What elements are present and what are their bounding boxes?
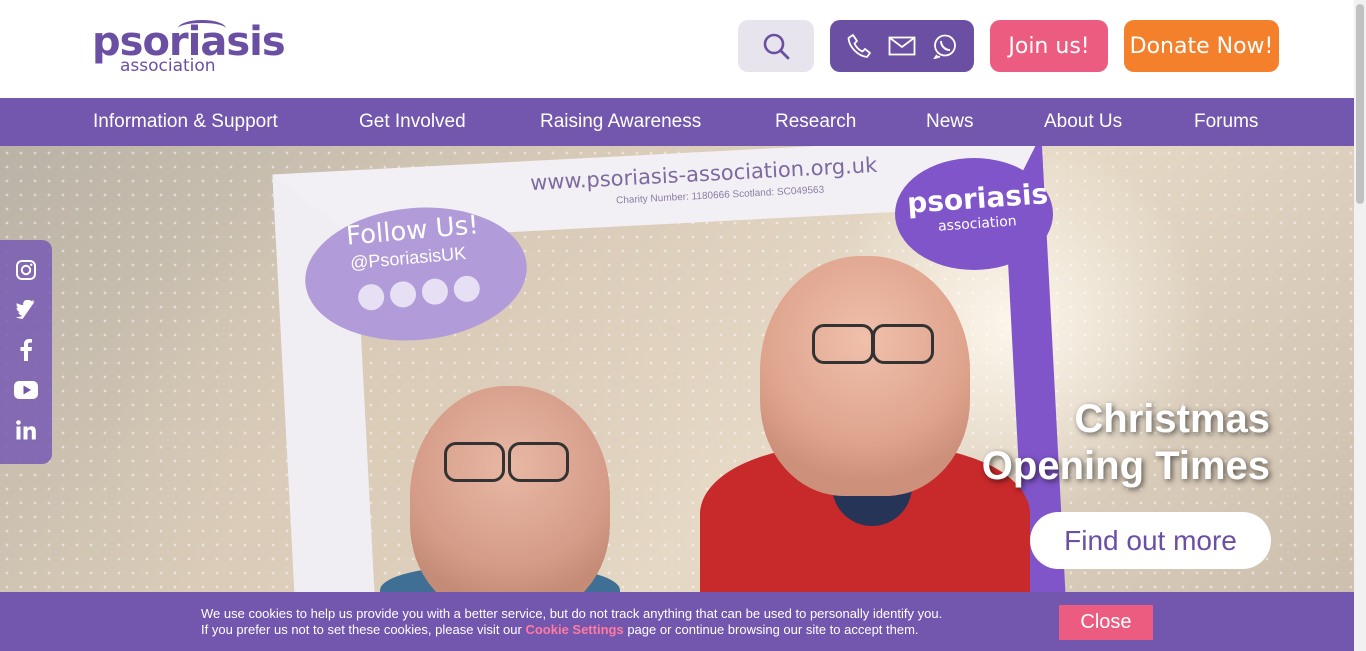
logo-subtext: association (120, 56, 216, 76)
cookie-line-2-end: page or continue browsing our site to ac… (623, 622, 919, 637)
site-header: psoriasis association Join us! Donate No… (0, 0, 1354, 98)
youtube-icon[interactable] (14, 378, 38, 402)
contact-buttons (830, 20, 974, 72)
search-button[interactable] (738, 20, 814, 72)
search-icon (763, 33, 790, 60)
instagram-icon (420, 277, 450, 306)
nav-item-information-support[interactable]: Information & Support (93, 98, 278, 146)
hero-title: Christmas Opening Times (982, 396, 1270, 490)
glasses-right-lens-2 (872, 324, 934, 364)
hero-title-line-2: Opening Times (981, 444, 1270, 488)
site-logo[interactable]: psoriasis association (92, 18, 286, 80)
donate-button[interactable]: Donate Now! (1124, 20, 1279, 72)
twitter-icon[interactable] (14, 298, 38, 322)
facebook-icon (357, 283, 386, 312)
find-out-more-button[interactable]: Find out more (1030, 512, 1271, 569)
facebook-icon[interactable] (14, 338, 38, 362)
person-right-face (760, 256, 970, 496)
glasses-left-lens (444, 442, 505, 482)
person-left-face (410, 386, 610, 592)
twitter-icon (388, 280, 418, 309)
nav-item-about-us[interactable]: About Us (1044, 98, 1122, 146)
nav-item-news[interactable]: News (926, 98, 974, 146)
cookie-line-2: If you prefer us not to set these cookie… (201, 622, 942, 638)
nav-item-forums[interactable]: Forums (1194, 98, 1258, 146)
main-nav: Information & Support Get Involved Raisi… (0, 98, 1354, 146)
phone-icon[interactable] (842, 29, 876, 63)
social-sidebar (0, 240, 52, 464)
nav-item-research[interactable]: Research (775, 98, 856, 146)
scrollbar-thumb[interactable] (1356, 4, 1364, 204)
nav-item-get-involved[interactable]: Get Involved (359, 98, 466, 146)
glasses-left-lens-2 (508, 442, 569, 482)
instagram-icon[interactable] (14, 258, 38, 282)
cookie-banner: We use cookies to help us provide you wi… (0, 592, 1354, 651)
linkedin-icon (452, 274, 481, 303)
cookie-message: We use cookies to help us provide you wi… (201, 606, 942, 638)
cookie-line-2-start: If you prefer us not to set these cookie… (201, 622, 526, 637)
mail-icon[interactable] (885, 29, 919, 63)
hero-banner: www.psoriasis-association.org.uk Charity… (0, 146, 1354, 592)
linkedin-icon[interactable] (14, 418, 38, 442)
hero-title-line-1: Christmas (1074, 397, 1270, 441)
cookie-line-1: We use cookies to help us provide you wi… (201, 606, 943, 621)
glasses-right-lens (812, 324, 874, 364)
cookie-settings-link[interactable]: Cookie Settings (525, 622, 623, 637)
join-button[interactable]: Join us! (990, 20, 1108, 72)
whatsapp-icon[interactable] (928, 29, 962, 63)
nav-item-raising-awareness[interactable]: Raising Awareness (540, 98, 701, 146)
cookie-close-button[interactable]: Close (1059, 605, 1153, 640)
